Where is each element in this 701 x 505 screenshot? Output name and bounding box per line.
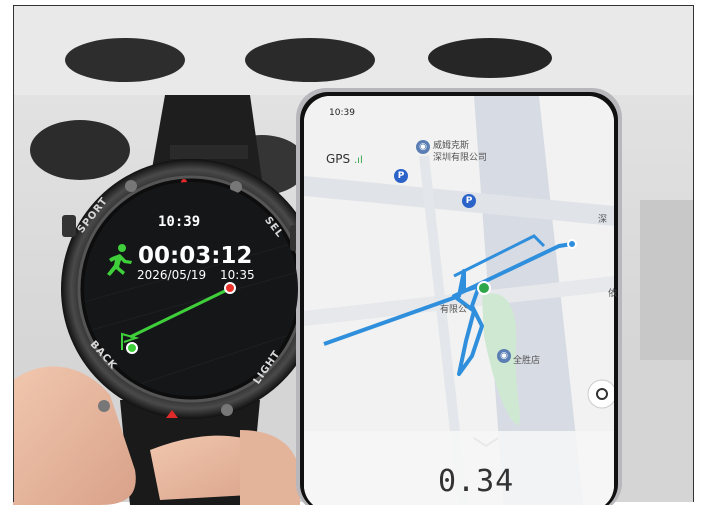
photo-scene: 10:39 GPS .ıl 威姆克斯 深圳有限公司 全胜店 有限公 依 深 P … — [0, 0, 701, 505]
parking-icon: P — [462, 194, 476, 208]
map-poi-icon: ◉ — [497, 349, 511, 363]
gps-indicator: GPS .ıl — [326, 152, 363, 166]
watch-end-time: 10:35 — [220, 268, 255, 282]
map-label-poi-right-top: 深 — [598, 215, 608, 225]
map-label-poi-bottom: 全胜店 — [513, 356, 541, 366]
gps-label: GPS — [326, 152, 351, 166]
gps-signal-icon: .ıl — [353, 155, 363, 166]
watch-duration: 00:03:12 — [138, 243, 253, 269]
watch-date: 2026/05/19 — [137, 268, 207, 282]
distance-value: 0.34 — [438, 464, 515, 499]
watch-clock: 10:39 — [158, 214, 201, 230]
running-person-icon — [107, 244, 132, 276]
status-time: 10:39 — [329, 108, 355, 118]
map-label-poi-mid: 有限公 — [440, 305, 468, 315]
map-poi-icon: ◉ — [416, 140, 430, 154]
location-target-icon[interactable] — [587, 379, 614, 409]
start-flag-icon — [121, 332, 140, 350]
start-flag-icon — [477, 281, 491, 295]
end-marker — [567, 239, 577, 249]
map-label-poi-right: 依 — [608, 289, 618, 299]
parking-icon: P — [394, 169, 408, 183]
map-label-poi-top-2: 深圳有限公司 — [433, 153, 488, 163]
watch-end-marker — [224, 282, 236, 294]
